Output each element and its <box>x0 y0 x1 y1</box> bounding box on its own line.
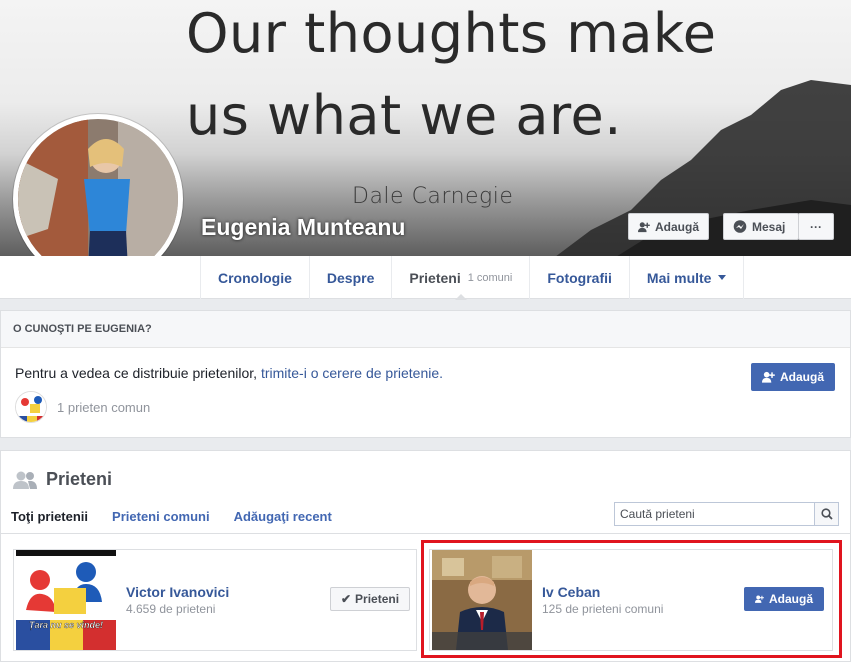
add-friend-label: Adaugă <box>654 219 699 234</box>
message-button[interactable]: Mesaj <box>723 213 799 240</box>
more-options-button[interactable]: ··· <box>798 213 834 240</box>
add-friend-button[interactable]: Adaugă <box>751 363 835 391</box>
friends-status-button[interactable]: ✔ Prieteni <box>330 587 410 611</box>
add-friend-label: Adaugă <box>779 370 824 384</box>
add-friend-button[interactable]: Adaugă <box>744 587 824 611</box>
tab-all-friends[interactable]: Toţi prietenii <box>11 509 88 524</box>
quote-author: Dale Carnegie <box>352 184 514 209</box>
search-input[interactable] <box>615 503 814 525</box>
search-button[interactable] <box>814 503 838 525</box>
add-friend-label: Adaugă <box>768 592 813 606</box>
tab-sub-count: 1 comuni <box>467 271 513 284</box>
friends-icon <box>13 471 37 489</box>
tab-timeline[interactable]: Cronologie <box>201 256 310 299</box>
friend-card: Țara nu se vinde! Victor Ivanovici 4.659… <box>13 549 417 651</box>
tab-label: Despre <box>326 269 375 286</box>
mutual-friend-photo <box>16 392 46 422</box>
know-card: O CUNOŞTI PE EUGENIA? Pentru a vedea ce … <box>0 310 851 438</box>
friends-search <box>614 502 839 526</box>
friend-name[interactable]: Iv Ceban <box>542 584 600 600</box>
tab-photos[interactable]: Fotografii <box>530 256 630 299</box>
tab-friends[interactable]: Prieteni 1 comuni <box>392 256 531 300</box>
mutual-friend-avatar[interactable] <box>15 391 47 423</box>
tab-label: Prieteni <box>409 269 461 286</box>
profile-nav: Cronologie Despre Prieteni 1 comuni Fotog… <box>0 256 851 300</box>
friend-name[interactable]: Victor Ivanovici <box>126 584 229 600</box>
add-friend-icon <box>755 595 764 603</box>
know-heading: O CUNOŞTI PE EUGENIA? <box>1 311 850 348</box>
friend-photo[interactable] <box>432 550 532 650</box>
tab-about[interactable]: Despre <box>310 256 393 299</box>
more-dots-icon: ··· <box>810 219 822 234</box>
friends-status-label: Prieteni <box>355 592 400 606</box>
divider <box>1 533 851 534</box>
friends-title: Prieteni <box>13 469 112 490</box>
tab-recently-added[interactable]: Adăugaţi recent <box>234 509 332 524</box>
add-friend-icon <box>762 371 775 383</box>
tab-label: Cronologie <box>218 269 292 286</box>
friend-photo-image: Țara nu se vinde! <box>16 550 116 650</box>
add-friend-icon <box>638 221 650 232</box>
know-text-body: Pentru a vedea ce distribuie prietenilor… <box>15 365 261 381</box>
know-text: Pentru a vedea ce distribuie prietenilor… <box>15 365 443 381</box>
quote-line-1: Our thoughts make <box>186 2 717 65</box>
tab-label: Fotografii <box>547 269 612 286</box>
tab-mutual-friends[interactable]: Prieteni comuni <box>112 509 210 524</box>
mutual-friends[interactable]: 1 prieten comun <box>15 391 150 423</box>
friend-photo[interactable]: Țara nu se vinde! <box>16 550 116 650</box>
message-label: Mesaj <box>752 219 786 234</box>
profile-name[interactable]: Eugenia Munteanu <box>201 214 405 241</box>
mutual-friends-text: 1 prieten comun <box>57 399 151 415</box>
profile-photo <box>18 119 178 279</box>
check-icon: ✔ <box>340 592 352 606</box>
friend-card: Iv Ceban 125 de prieteni comuni Adaugă <box>429 549 833 651</box>
tab-label: Mai multe <box>646 269 712 286</box>
tab-more[interactable]: Mai multe <box>630 256 745 299</box>
friends-tabs: Toţi prietenii Prieteni comuni Adăugaţi … <box>11 509 332 524</box>
friends-title-text: Prieteni <box>46 469 113 489</box>
friend-count: 4.659 de prieteni <box>126 602 216 616</box>
friend-request-link[interactable]: trimite-i o cerere de prietenie. <box>261 365 443 381</box>
search-icon <box>820 508 833 520</box>
friends-section: Prieteni Toţi prietenii Prieteni comuni … <box>0 450 851 662</box>
quote-line-2: us what we are. <box>186 84 622 147</box>
friend-photo-image <box>432 550 532 650</box>
messenger-icon <box>733 219 747 233</box>
add-friend-button[interactable]: Adaugă <box>628 213 709 240</box>
friend-photo-caption: Țara nu se vinde! <box>29 620 103 630</box>
mutual-friends-count: 125 de prieteni comuni <box>542 602 664 616</box>
chevron-down-icon <box>718 275 727 284</box>
